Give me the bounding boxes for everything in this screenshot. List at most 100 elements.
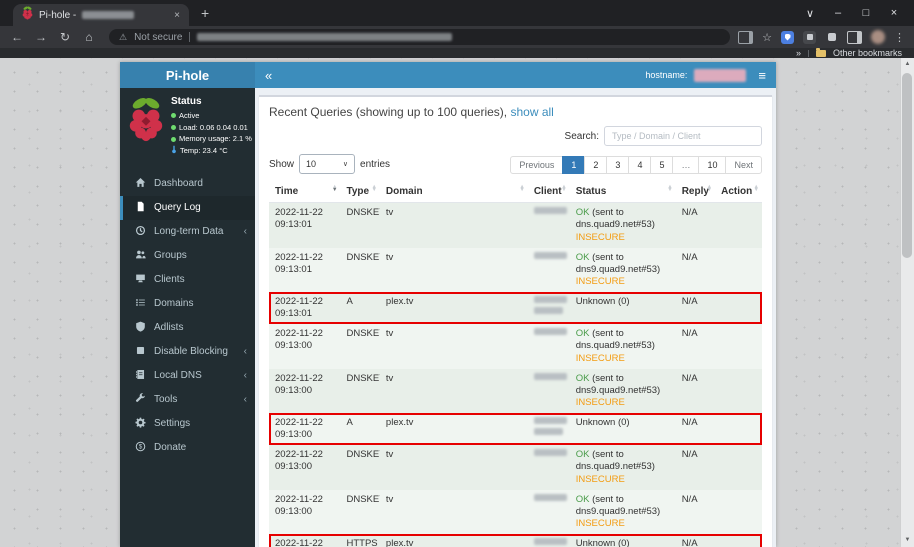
column-header-action[interactable]: Action ▲ ▼ <box>715 181 762 203</box>
column-header-type[interactable]: Type ▲ ▼ <box>340 181 380 203</box>
side-panel-icon[interactable] <box>847 30 862 44</box>
sidebar-item-local-dns[interactable]: Local DNS ‹ <box>120 364 255 388</box>
not-secure-label[interactable]: Not secure <box>134 32 182 43</box>
pagination-page-4[interactable]: 4 <box>628 156 652 174</box>
cell-type: A <box>346 296 353 308</box>
sort-icon: ▲ ▼ <box>519 184 525 194</box>
brand-logo[interactable]: Pi-hole <box>120 62 255 88</box>
new-tab-button[interactable]: + <box>201 6 209 20</box>
page-scrollbar[interactable]: ▲ ▼ <box>900 58 914 547</box>
search-input[interactable] <box>604 126 762 146</box>
maximize-icon[interactable]: □ <box>852 7 880 19</box>
hamburger-menu-icon[interactable]: ≡ <box>758 68 766 83</box>
status-item-temp: Temp: 23.4 °C <box>171 145 252 158</box>
sidebar-item-settings[interactable]: Settings <box>120 412 255 436</box>
sidebar-item-domains[interactable]: Domains <box>120 292 255 316</box>
other-bookmarks-label[interactable]: Other bookmarks <box>833 48 902 58</box>
browser-tab[interactable]: Pi-hole - × <box>13 4 189 26</box>
home-icon[interactable]: ⌂ <box>77 31 101 43</box>
sidebar-item-donate[interactable]: $ Donate <box>120 436 255 460</box>
chevrons-right-icon[interactable]: » <box>796 48 801 58</box>
pagination-ellipsis[interactable]: … <box>672 156 700 174</box>
password-extension-icon[interactable] <box>781 30 794 44</box>
search-row: Search: <box>269 126 762 146</box>
sidebar-item-dashboard[interactable]: Dashboard <box>120 172 255 196</box>
pihole-app: Pi-hole « hostname: ≡ Status Active Load:… <box>120 62 776 547</box>
cell-status: OK (sent to dns9.quad9.net#53) INSECURE <box>575 251 661 288</box>
scrollbar-thumb[interactable] <box>902 73 912 258</box>
browser-menu-icon[interactable]: ⋮ <box>894 31 905 44</box>
cell-status: OK (sent to dns.quad9.net#53) INSECURE <box>575 449 655 485</box>
cell-action <box>715 445 762 490</box>
reload-icon[interactable]: ↻ <box>53 31 77 43</box>
window-chevron-icon[interactable]: ∨ <box>796 7 824 20</box>
puzzle-extensions-icon[interactable] <box>825 31 838 44</box>
bookmark-star-icon[interactable]: ☆ <box>762 31 772 44</box>
share-icon[interactable] <box>738 30 754 44</box>
back-icon[interactable]: ← <box>5 31 29 43</box>
cell-action <box>715 324 762 369</box>
hostname-label: hostname: <box>645 70 688 80</box>
close-icon[interactable]: × <box>880 7 908 19</box>
sidebar-collapse-icon[interactable]: « <box>265 68 272 83</box>
client-redacted <box>533 428 563 436</box>
pagination-page-3[interactable]: 3 <box>606 156 630 174</box>
query-log-table: Time ▲ ▼ Type ▲ ▼ Domain ▲ ▼ Client ▲ ▼ Status ▲ ▼ Repl… <box>269 181 762 547</box>
forward-icon[interactable]: → <box>29 31 53 43</box>
cell-type: DNSKEY <box>346 328 380 339</box>
pagination-page-10[interactable]: 10 <box>698 156 727 174</box>
cell-domain: tv <box>385 251 394 263</box>
scroll-down-icon[interactable]: ▼ <box>901 534 914 547</box>
column-header-time[interactable]: Time ▲ ▼ <box>269 181 341 203</box>
cell-domain: plex.tv <box>385 417 414 429</box>
entries-select[interactable]: 10 ∨ <box>299 154 356 174</box>
sidebar-item-tools[interactable]: Tools ‹ <box>120 388 255 412</box>
table-row: 2022-11-22 09:13:00 DNSKEY tv OK (sent to d… <box>269 489 762 535</box>
address-bar[interactable]: ⚠ Not secure <box>109 29 731 45</box>
stop-icon <box>135 345 146 359</box>
cell-time: 2022-11-22 09:13:00 <box>275 538 323 547</box>
scroll-up-icon[interactable]: ▲ <box>901 58 914 71</box>
sort-icon: ▲ ▼ <box>667 184 673 194</box>
sidebar-item-disable-blocking[interactable]: Disable Blocking ‹ <box>120 340 255 364</box>
sort-icon: ▲ ▼ <box>332 184 338 194</box>
chevron-left-icon: ‹ <box>243 226 247 237</box>
entries-label: entries <box>360 158 391 170</box>
show-entries: Show 10 ∨ entries <box>269 154 390 174</box>
show-all-link[interactable]: show all <box>510 105 553 119</box>
table-row: 2022-11-22 09:13:01 DNSKEY tv OK (sent to d… <box>269 202 762 248</box>
extension-icon[interactable] <box>803 30 816 44</box>
column-header-domain[interactable]: Domain ▲ ▼ <box>379 181 528 203</box>
table-row: 2022-11-22 09:13:00 DNSKEY tv OK (sent to d… <box>269 368 762 414</box>
table-row: 2022-11-22 09:13:00 DNSKEY tv OK (sent to d… <box>269 445 762 490</box>
client-redacted <box>533 251 567 259</box>
sidebar-item-query-log[interactable]: Query Log <box>120 195 255 220</box>
column-header-status[interactable]: Status ▲ ▼ <box>569 181 676 203</box>
pagination-previous[interactable]: Previous <box>510 156 564 174</box>
cell-time: 2022-11-22 09:13:00 <box>275 328 323 351</box>
window-controls: ∨ – □ × <box>796 0 908 26</box>
minimize-icon[interactable]: – <box>824 7 852 19</box>
pagination-page-5[interactable]: 5 <box>650 156 674 174</box>
tab-close-icon[interactable]: × <box>174 10 180 21</box>
column-header-client[interactable]: Client ▲ ▼ <box>527 181 570 203</box>
client-redacted <box>533 372 567 380</box>
cell-reply: N/A <box>681 372 698 384</box>
list-icon <box>135 297 146 311</box>
sidebar-item-adlists[interactable]: Adlists <box>120 316 255 340</box>
sidebar-item-long-term-data[interactable]: Long-term Data ‹ <box>120 220 255 244</box>
pagination-next[interactable]: Next <box>725 156 762 174</box>
profile-avatar[interactable] <box>871 30 885 44</box>
sidebar-item-clients[interactable]: Clients <box>120 268 255 292</box>
column-header-reply[interactable]: Reply ▲ ▼ <box>675 181 716 203</box>
chevron-left-icon: ‹ <box>243 394 247 405</box>
client-redacted <box>533 493 567 501</box>
table-header-row: Time ▲ ▼ Type ▲ ▼ Domain ▲ ▼ Client ▲ ▼ Status ▲ ▼ Repl… <box>269 181 762 203</box>
pagination-page-2[interactable]: 2 <box>584 156 608 174</box>
cell-status: Unknown (0) <box>575 538 630 547</box>
pagination-page-1[interactable]: 1 <box>562 156 586 174</box>
green-dot-icon <box>171 136 176 142</box>
sidebar-item-groups[interactable]: Groups <box>120 244 255 268</box>
cell-action <box>715 203 762 248</box>
gear-icon <box>135 417 146 431</box>
